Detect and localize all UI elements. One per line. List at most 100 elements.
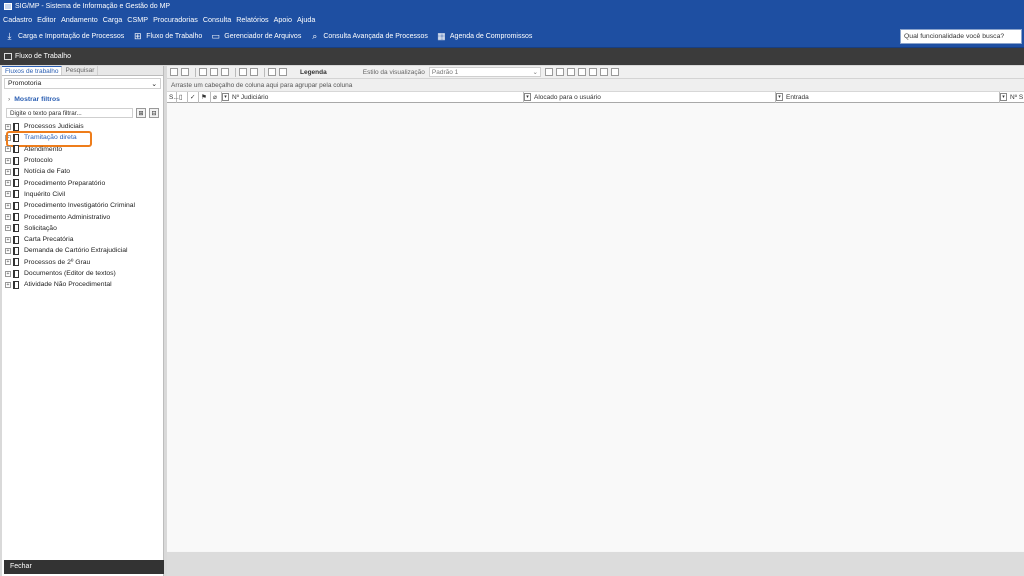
tree-item-label: Protocolo [24, 157, 53, 165]
legend-button[interactable]: Legenda [300, 69, 327, 76]
menu-consulta[interactable]: Consulta [203, 15, 231, 24]
tree-item-procedimento-administrativo[interactable]: + Procedimento Administrativo [5, 211, 163, 222]
toolbar-divider [264, 67, 265, 77]
column-entrada-label: Entrada [786, 93, 809, 101]
column-n-s[interactable]: ▾ Nº S [1000, 92, 1024, 103]
tree-item-label: Notícia de Fato [24, 168, 71, 176]
menu-editor[interactable]: Editor [37, 15, 56, 24]
send-icon[interactable] [279, 68, 287, 76]
menu-relatorios[interactable]: Relatórios [236, 15, 268, 24]
promotoria-select[interactable]: Promotoria ⌄ [4, 78, 161, 89]
feature-search-input[interactable]: Qual funcionalidade você busca? [900, 29, 1022, 44]
expand-icon[interactable]: + [5, 281, 11, 288]
collapse-all-icon[interactable]: ⊟ [149, 108, 159, 118]
tree-item-label: Procedimento Preparatório [24, 179, 106, 187]
tree-item-inquerito-civil[interactable]: + Inquérito Civil [5, 189, 163, 200]
expand-icon[interactable]: + [5, 259, 11, 266]
file-manager-icon: ▭ [211, 31, 221, 41]
menu-andamento[interactable]: Andamento [61, 15, 98, 24]
expand-icon[interactable]: + [5, 134, 11, 141]
grid-icon[interactable] [588, 68, 597, 76]
column-bookmark[interactable]: ▯ [177, 91, 188, 103]
expand-icon[interactable]: + [5, 247, 11, 254]
archive-icon[interactable] [250, 68, 258, 76]
filter-dropdown-icon[interactable]: ▾ [776, 92, 783, 101]
group-by-hint[interactable]: Arraste um cabeçalho de coluna aqui para… [167, 79, 1024, 92]
tree-item-solicitacao[interactable]: + Solicitação [5, 223, 163, 234]
style-select[interactable]: Padrão 1 ⌄ [428, 67, 541, 77]
filter-icon[interactable] [566, 68, 575, 76]
expand-icon[interactable]: + [5, 214, 11, 221]
column-alocado[interactable]: ▾ Alocado para o usuário [524, 91, 776, 103]
paste-icon[interactable] [210, 68, 218, 76]
tree-item-processos-2-grau[interactable]: + Processos de 2º Grau [5, 257, 163, 268]
duplicate-icon[interactable] [221, 68, 229, 76]
tree-item-label: Atendimento [24, 145, 63, 153]
save-layout-icon[interactable] [544, 68, 553, 76]
expand-icon[interactable]: + [5, 123, 11, 130]
tree-item-documentos-editor[interactable]: + Documentos (Editor de textos) [5, 268, 163, 279]
tree-item-protocolo[interactable]: + Protocolo [5, 155, 163, 166]
show-filters-toggle[interactable]: › Mostrar filtros [2, 91, 163, 106]
delete-layout-icon[interactable] [555, 68, 564, 76]
toolbar-consulta-avancada[interactable]: ⌕ Consulta Avançada de Processos [309, 31, 428, 42]
document-icon [13, 145, 19, 154]
toolbar-divider [195, 67, 196, 77]
section-title: Fluxo de Trabalho [15, 53, 72, 60]
tree-filter-input[interactable]: Digite o texto para filtrar... [6, 108, 133, 118]
new-icon[interactable] [170, 68, 178, 76]
column-n-judiciario[interactable]: ▾ Nº Judiciário [222, 91, 524, 103]
tree-item-tramitacao-direta[interactable]: + Tramitação direta [5, 131, 163, 148]
tree-item-procedimento-preparatorio[interactable]: + Procedimento Preparatório [5, 177, 163, 188]
expand-icon[interactable]: + [5, 157, 11, 164]
toolbar-gerenciador-arquivos[interactable]: ▭ Gerenciador de Arquivos [210, 31, 302, 42]
tree-item-noticia-de-fato[interactable]: + Notícia de Fato [5, 166, 163, 177]
menu-cadastro[interactable]: Cadastro [3, 15, 32, 24]
column-entrada[interactable]: ▾ Entrada [776, 91, 1000, 103]
toolbar-fluxo-trabalho[interactable]: ⊞ Fluxo de Trabalho [132, 31, 202, 42]
menu-ajuda[interactable]: Ajuda [297, 15, 315, 24]
settings-icon[interactable] [610, 68, 619, 76]
copy-icon[interactable] [199, 68, 207, 76]
toolbar-agenda-compromissos[interactable]: ▦ Agenda de Compromissos [436, 31, 532, 42]
menu-procuradorias[interactable]: Procuradorias [153, 15, 198, 24]
expand-icon[interactable]: + [5, 191, 11, 198]
tree-item-procedimento-investigatorio-criminal[interactable]: + Procedimento Investigatório Criminal [5, 200, 163, 211]
filter-dropdown-icon[interactable]: ▾ [222, 92, 229, 101]
filter-dropdown-icon[interactable]: ▾ [1000, 92, 1007, 101]
bookmark-icon: ▯ [179, 94, 183, 101]
tab-pesquisar[interactable]: Pesquisar [62, 66, 99, 75]
tree-item-label: Tramitação direta [24, 134, 77, 142]
expand-icon[interactable]: + [5, 146, 11, 153]
expand-icon[interactable]: + [5, 225, 11, 232]
column-check[interactable]: ✓ [188, 91, 199, 103]
toolbar-carga-importacao[interactable]: ⤓ Carga e Importação de Processos [4, 31, 125, 42]
tree-item-atendimento[interactable]: + Atendimento [5, 144, 163, 155]
expand-icon[interactable]: + [5, 236, 11, 243]
tab-fluxos-de-trabalho[interactable]: Fluxos de trabalho [2, 66, 63, 75]
menu-carga[interactable]: Carga [103, 15, 123, 24]
grid-body[interactable] [167, 103, 1024, 551]
print-icon[interactable] [599, 68, 608, 76]
column-n-s-label: Nº S [1010, 93, 1024, 101]
expand-icon[interactable]: + [5, 270, 11, 277]
move-icon[interactable] [239, 68, 247, 76]
column-flag[interactable]: ⚑ [199, 91, 211, 103]
tree-item-demanda-cartorio-extrajudicial[interactable]: + Demanda de Cartório Extrajudicial [5, 245, 163, 256]
expand-all-icon[interactable]: ⊞ [136, 108, 146, 118]
expand-icon[interactable]: + [5, 180, 11, 187]
close-button[interactable]: Fechar [4, 560, 164, 574]
refresh-icon[interactable] [181, 68, 189, 76]
tree-item-atividade-nao-procedimental[interactable]: + Atividade Não Procedimental [5, 279, 163, 290]
document-icon [13, 156, 19, 165]
filter-dropdown-icon[interactable]: ▾ [524, 92, 531, 101]
document-icon[interactable] [268, 68, 276, 76]
expand-icon[interactable]: + [5, 168, 11, 175]
expand-icon[interactable]: + [5, 202, 11, 209]
menu-apoio[interactable]: Apoio [274, 15, 292, 24]
menu-csmp[interactable]: CSMP [127, 15, 148, 24]
column-status[interactable]: S... [167, 91, 179, 103]
tree-item-carta-precatoria[interactable]: + Carta Precatória [5, 234, 163, 245]
column-attachment[interactable]: ⌀ [211, 91, 222, 103]
export-icon[interactable] [577, 68, 586, 76]
